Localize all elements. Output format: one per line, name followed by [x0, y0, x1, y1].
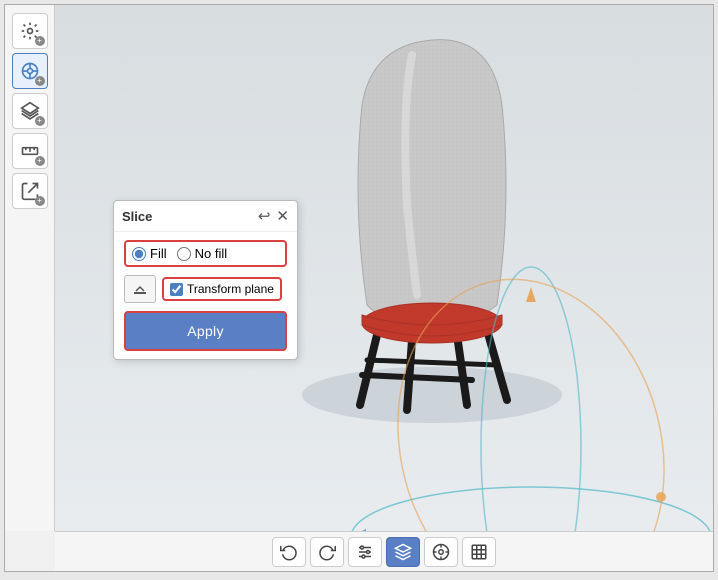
undo-button[interactable]	[272, 537, 306, 567]
adjust-button[interactable]	[348, 537, 382, 567]
main-window: + + +	[4, 4, 714, 572]
target-button[interactable]	[424, 537, 458, 567]
slice-header-icons: ↩ ✕	[258, 207, 289, 225]
slice-panel: Slice ↩ ✕ Fill No fill	[113, 200, 298, 360]
settings-badge: +	[35, 36, 45, 46]
export-button[interactable]: +	[12, 173, 48, 209]
export-badge: +	[35, 196, 45, 206]
slice-undo-icon[interactable]: ↩	[258, 207, 271, 225]
measure-button[interactable]: +	[12, 133, 48, 169]
layers-badge: +	[35, 116, 45, 126]
fill-label: Fill	[150, 246, 167, 261]
plane-row: Transform plane	[124, 275, 287, 303]
settings-button[interactable]: +	[12, 13, 48, 49]
transform-plane-label: Transform plane	[187, 282, 274, 296]
apply-button[interactable]: Apply	[124, 311, 287, 351]
left-toolbar: + + +	[5, 5, 55, 531]
layers-button[interactable]: +	[12, 93, 48, 129]
no-fill-radio[interactable]	[177, 247, 191, 261]
frame-button[interactable]	[462, 537, 496, 567]
fill-options-row: Fill No fill	[124, 240, 287, 267]
redo-button[interactable]	[310, 537, 344, 567]
no-fill-option[interactable]: No fill	[177, 246, 228, 261]
measure-badge: +	[35, 156, 45, 166]
slice-panel-body: Fill No fill	[114, 232, 297, 359]
no-fill-label: No fill	[195, 246, 228, 261]
cube-button[interactable]	[386, 537, 420, 567]
bottom-toolbar	[55, 531, 713, 571]
fill-option[interactable]: Fill	[132, 246, 167, 261]
slice-panel-header: Slice ↩ ✕	[114, 201, 297, 232]
transform-plane-checkbox-label[interactable]: Transform plane	[162, 277, 282, 301]
slice-button[interactable]: +	[12, 53, 48, 89]
fill-radio[interactable]	[132, 247, 146, 261]
navigation-rings	[321, 247, 713, 531]
plane-up-button[interactable]	[124, 275, 156, 303]
slice-panel-title: Slice	[122, 209, 152, 224]
3d-viewport[interactable]: Slice ↩ ✕ Fill No fill	[55, 5, 713, 531]
transform-plane-checkbox[interactable]	[170, 283, 183, 296]
slice-badge: +	[35, 76, 45, 86]
slice-close-icon[interactable]: ✕	[276, 207, 289, 225]
